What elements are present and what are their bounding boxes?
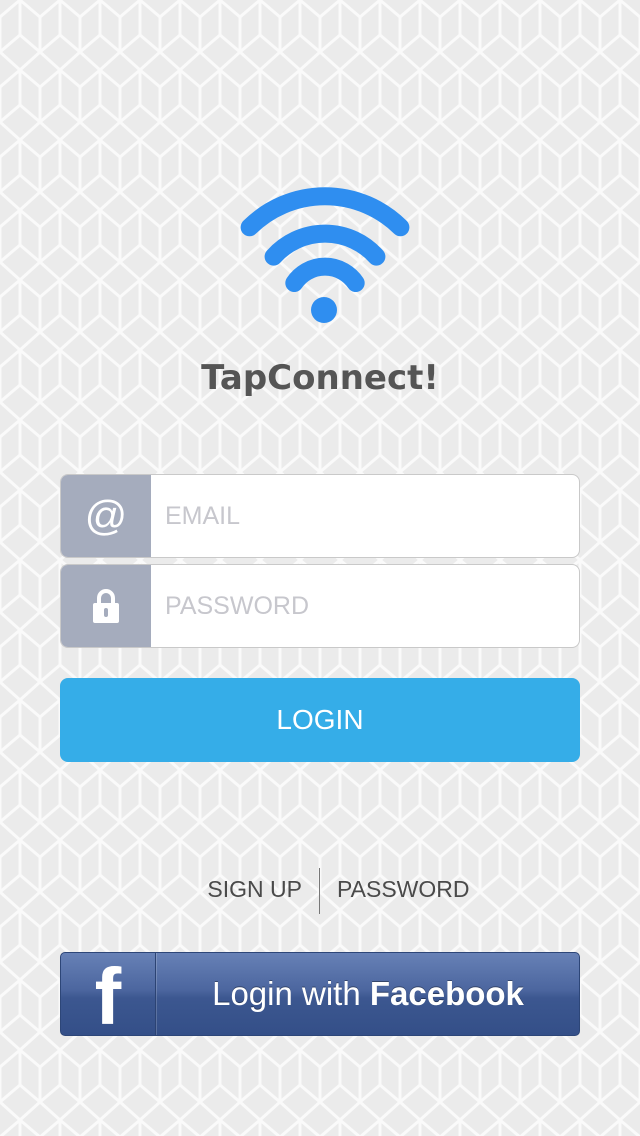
email-input[interactable] xyxy=(151,475,579,557)
facebook-icon: f xyxy=(61,953,156,1035)
facebook-login-button[interactable]: f Login with Facebook xyxy=(60,952,580,1036)
facebook-label-prefix: Login with xyxy=(212,975,370,1012)
email-field[interactable]: @ xyxy=(60,474,580,558)
account-links: SIGN UP PASSWORD xyxy=(0,868,640,914)
forgot-password-link[interactable]: PASSWORD xyxy=(337,876,469,903)
sign-up-link[interactable]: SIGN UP xyxy=(207,876,302,903)
login-button[interactable]: LOGIN xyxy=(60,678,580,762)
app-title: TapConnect! xyxy=(201,358,439,398)
facebook-button-label: Login with Facebook xyxy=(157,953,579,1035)
lock-icon xyxy=(61,565,151,647)
facebook-f-glyph: f xyxy=(94,952,122,1036)
lock-glyph xyxy=(93,589,119,623)
at-icon: @ xyxy=(61,475,151,557)
password-input[interactable] xyxy=(151,565,579,647)
password-field[interactable] xyxy=(60,564,580,648)
facebook-label-brand: Facebook xyxy=(369,975,524,1012)
wifi-icon xyxy=(240,187,410,323)
at-glyph: @ xyxy=(84,492,128,539)
links-divider xyxy=(319,868,320,914)
